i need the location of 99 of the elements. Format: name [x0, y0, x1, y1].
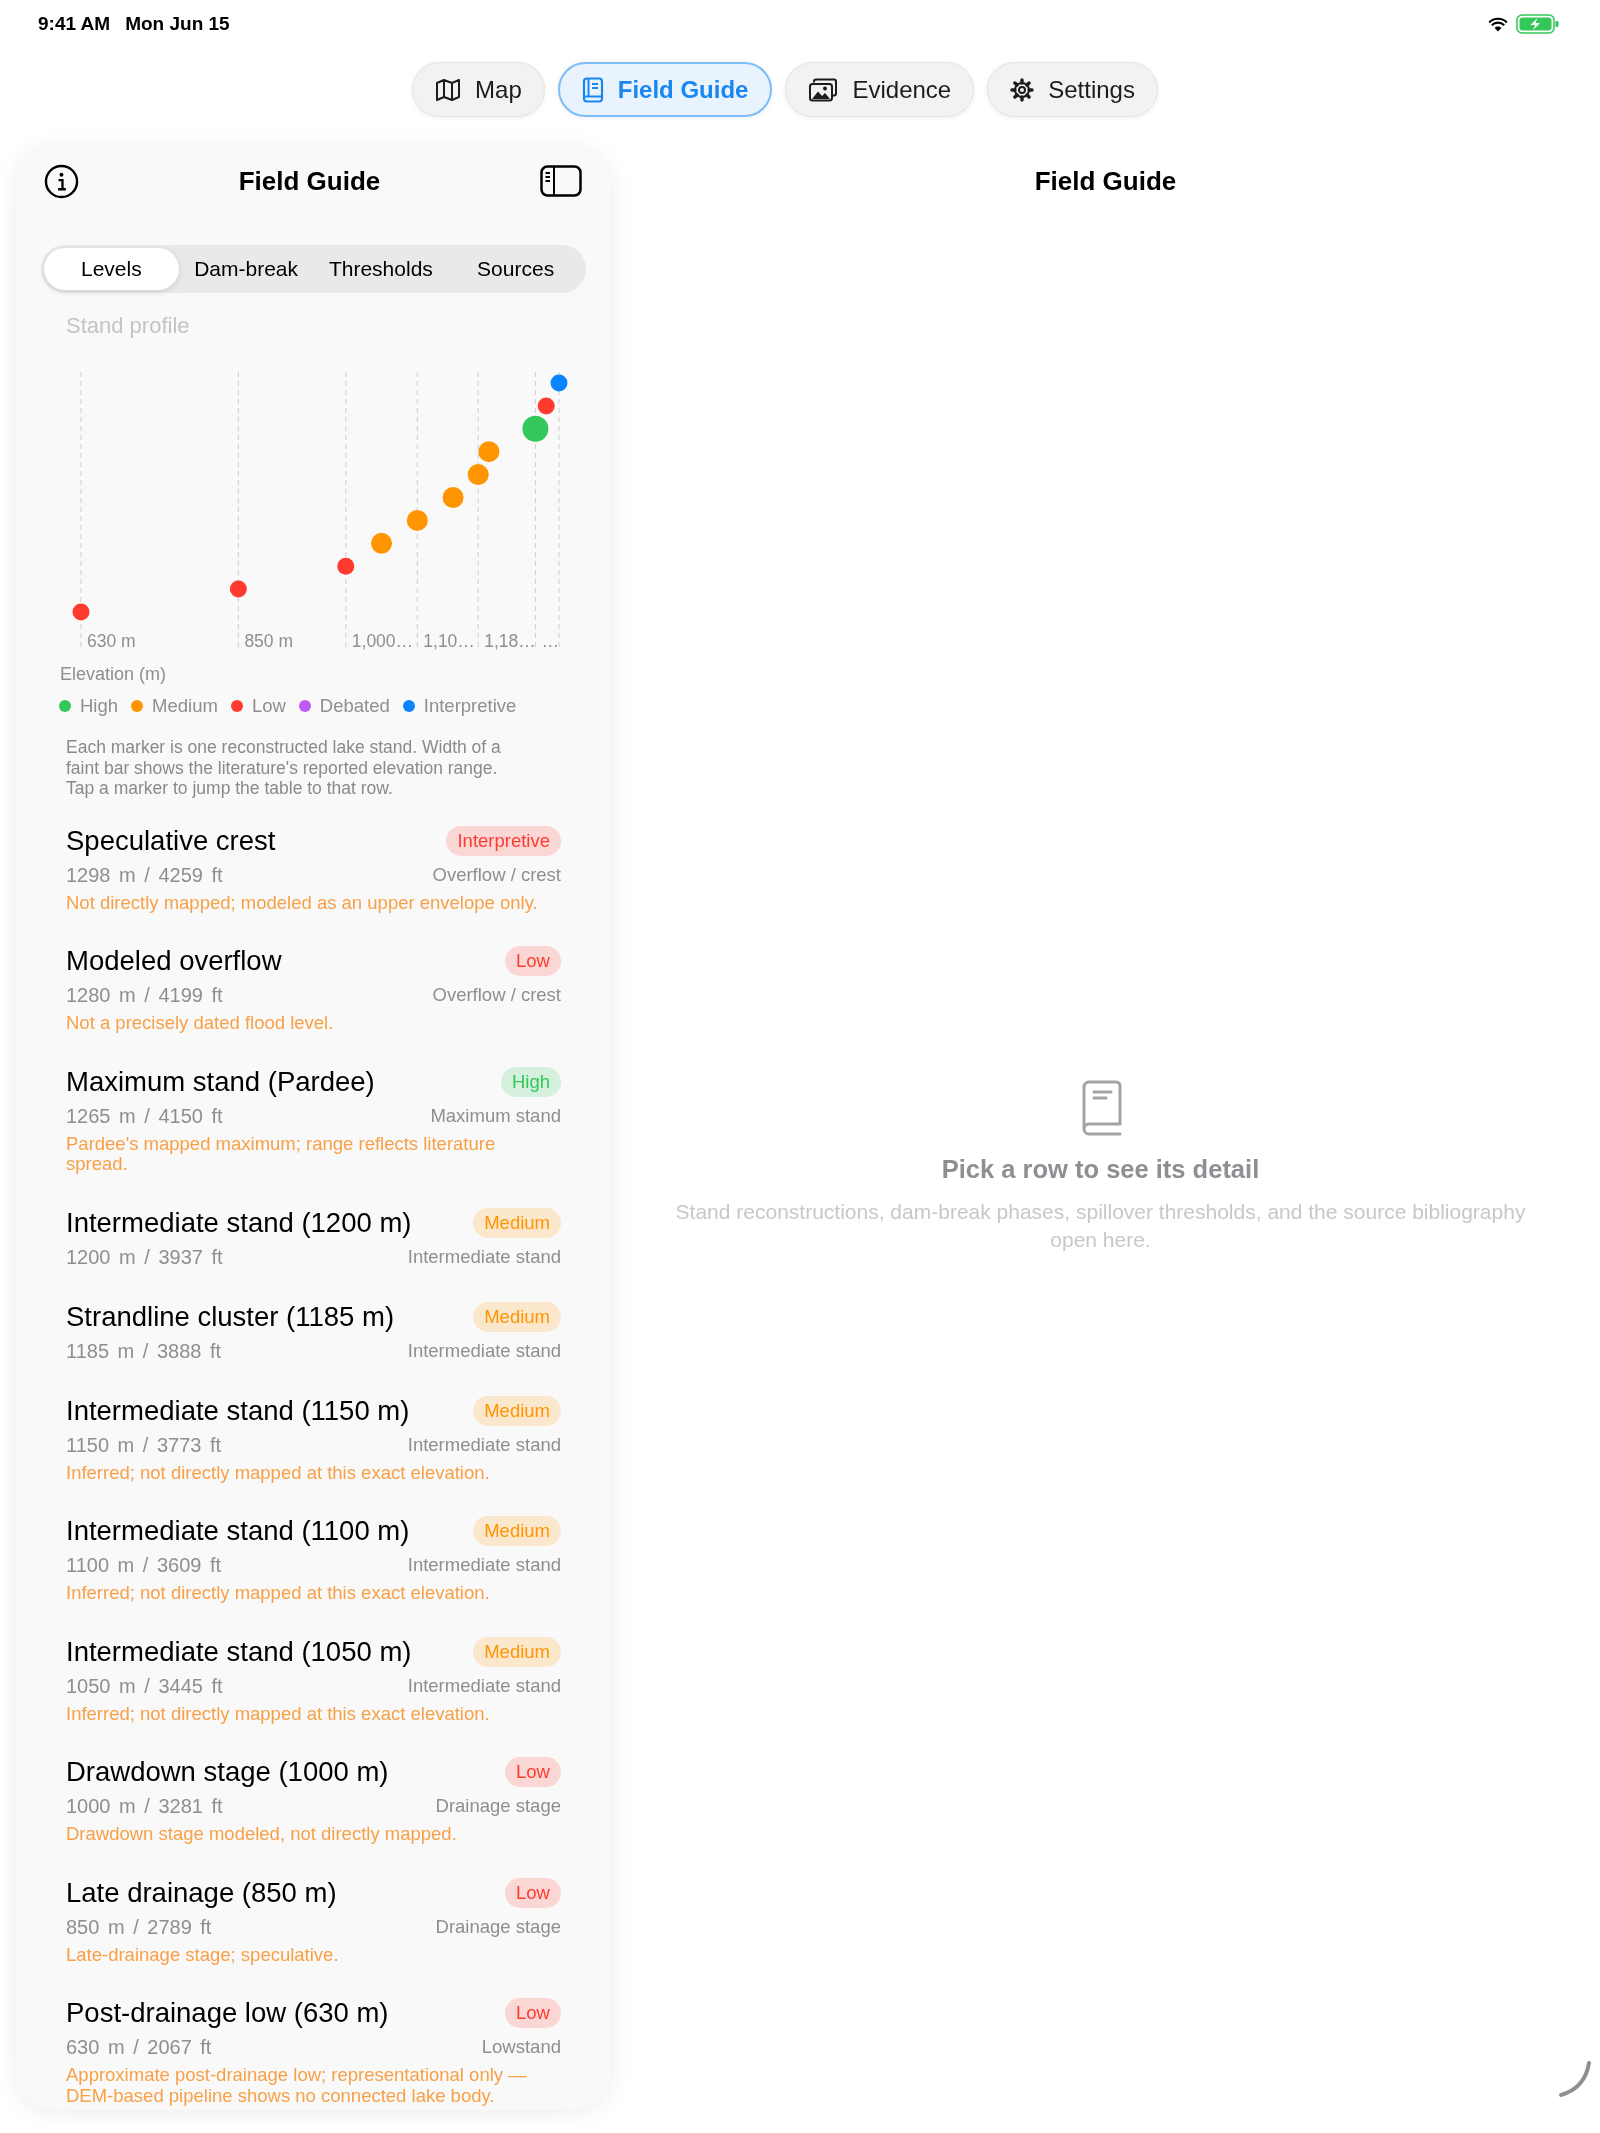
stand-note: Approximate post-drainage low; representational only — DEM-based pipeline shows no connected lake body.	[66, 2065, 528, 2106]
photos-icon	[808, 77, 839, 102]
axis-tick-label: …	[541, 631, 559, 651]
segment-tab[interactable]: Dam-break	[178, 248, 314, 290]
axis-label: Elevation (m)	[59, 663, 168, 685]
data-point[interactable]	[478, 441, 500, 463]
data-point[interactable]	[467, 464, 489, 486]
stand-type: Intermediate stand	[407, 1338, 561, 1363]
stand-type: Overflow / crest	[432, 862, 561, 887]
data-point[interactable]	[229, 580, 247, 598]
confidence-badge: Low	[505, 946, 561, 976]
elevation-text: 1298 m / 4259 ft	[66, 862, 223, 887]
confidence-badge: Medium	[473, 1516, 561, 1546]
elevation-text: 1100 m / 3609 ft	[66, 1553, 222, 1577]
data-point[interactable]	[522, 415, 549, 442]
segment-tab[interactable]: Levels	[44, 248, 179, 290]
map-icon	[435, 77, 462, 102]
stand-name: Intermediate stand (1200 m)	[66, 1206, 412, 1239]
legend-label: Medium	[152, 695, 218, 717]
legend-label: Interpretive	[423, 695, 517, 717]
chart-description: Each marker is one reconstructed lake stand. Width of a faint bar shows the literature's reported elevation range. Tap a marker to jump the table to that row.	[65, 737, 502, 799]
sidebar-title: Field Guide	[238, 165, 381, 197]
stand-type: Intermediate stand	[407, 1553, 561, 1577]
stand-name: Post-drainage low (630 m)	[66, 1997, 389, 2029]
legend-label: High	[80, 695, 119, 717]
data-point[interactable]	[537, 397, 555, 415]
axis-tick-label: 1,10…	[423, 631, 475, 651]
stand-type: Drainage stage	[435, 1914, 561, 1939]
stand-note: Pardee's mapped maximum; range reflects literature spread.	[66, 1133, 497, 1175]
stand-name: Strandline cluster (1185 m)	[66, 1300, 395, 1333]
elevation-text: 1050 m / 3445 ft	[66, 1673, 223, 1698]
stand-type: Lowstand	[481, 2035, 561, 2059]
stand-name: Drawdown stage (1000 m)	[66, 1756, 389, 1788]
empty-state-title: Pick a row to see its detail	[941, 1154, 1260, 1185]
confidence-badge: Low	[505, 1877, 561, 1908]
tab[interactable]: Settings	[987, 62, 1158, 117]
tab[interactable]: Evidence	[785, 62, 975, 117]
data-point[interactable]	[337, 557, 355, 575]
data-point[interactable]	[371, 532, 392, 554]
elevation-text: 1000 m / 3281 ft	[66, 1794, 223, 1818]
segment-tab[interactable]: Thresholds	[313, 248, 449, 290]
arc-icon	[1558, 2060, 1592, 2098]
info-icon[interactable]	[44, 163, 79, 199]
stand-name: Intermediate stand (1150 m)	[66, 1394, 410, 1427]
elevation-text: 1280 m / 4199 ft	[66, 983, 223, 1007]
elevation-text: 630 m / 2067 ft	[66, 2035, 212, 2059]
battery-icon	[1516, 14, 1560, 34]
legend-label: Debated	[319, 695, 390, 717]
elevation-text: 1200 m / 3937 ft	[66, 1244, 223, 1269]
tab[interactable]: Map	[412, 62, 545, 117]
stand-note: Drawdown stage modeled, not directly mapped.	[66, 1824, 458, 1845]
confidence-badge: Medium	[473, 1301, 561, 1332]
confidence-badge: Medium	[473, 1207, 561, 1238]
stand-name: Late drainage (850 m)	[66, 1876, 337, 1909]
confidence-badge: High	[500, 1066, 561, 1097]
stand-name: Maximum stand (Pardee)	[66, 1065, 375, 1098]
stand-note: Inferred; not directly mapped at this exact elevation.	[66, 1462, 491, 1483]
data-point[interactable]	[72, 603, 90, 621]
settings-icon	[1010, 77, 1035, 102]
confidence-badge: Low	[505, 1998, 561, 2028]
confidence-badge: Medium	[473, 1636, 561, 1667]
confidence-badge: Medium	[473, 1395, 561, 1426]
axis-tick-label: 850 m	[244, 631, 294, 651]
segment-tab[interactable]: Sources	[448, 248, 583, 290]
wifi-icon	[1488, 16, 1508, 32]
status-date: Mon Jun 15	[125, 13, 230, 35]
elevation-text: 1185 m / 3888 ft	[66, 1338, 222, 1363]
stand-type: Overflow / crest	[432, 983, 561, 1007]
stand-name: Modeled overflow	[66, 945, 282, 977]
axis-tick-label: 1,000…	[351, 631, 414, 651]
elevation-text: 1265 m / 4150 ft	[66, 1103, 223, 1128]
status-time: 9:41 AM	[38, 13, 111, 35]
elevation-text: 1150 m / 3773 ft	[66, 1432, 222, 1457]
data-point[interactable]	[442, 487, 464, 508]
data-point[interactable]	[406, 509, 428, 531]
detail-title: Field Guide	[1034, 164, 1177, 198]
legend-label: Low	[251, 695, 286, 717]
stand-name: Intermediate stand (1050 m)	[66, 1635, 412, 1668]
stand-type: Intermediate stand	[407, 1432, 561, 1457]
stand-type: Drainage stage	[435, 1794, 561, 1818]
stand-type: Intermediate stand	[407, 1244, 561, 1269]
stand-note: Not a precisely dated flood level.	[66, 1013, 335, 1034]
stand-note: Inferred; not directly mapped at this exact elevation.	[66, 1583, 491, 1604]
confidence-badge: Low	[505, 1757, 561, 1787]
stand-type: Intermediate stand	[407, 1673, 561, 1698]
sidebar-icon[interactable]	[540, 165, 582, 197]
stand-name: Speculative crest	[66, 824, 276, 857]
empty-state-message: Stand reconstructions, dam-break phases, spillover thresholds, and the source bibliography open here.	[674, 1199, 1527, 1253]
data-point[interactable]	[550, 374, 568, 392]
stand-note: Late-drainage stage; speculative.	[66, 1944, 340, 1965]
elevation-text: 850 m / 2789 ft	[66, 1914, 212, 1939]
stand-note: Inferred; not directly mapped at this exact elevation.	[66, 1703, 491, 1724]
book-icon	[581, 76, 604, 103]
stand-type: Maximum stand	[430, 1103, 561, 1128]
axis-tick-label: 1,18…	[484, 631, 536, 651]
axis-tick-label: 630 m	[87, 631, 136, 651]
confidence-badge: Interpretive	[446, 825, 561, 856]
stand-name: Intermediate stand (1100 m)	[66, 1515, 410, 1547]
stand-note: Not directly mapped; modeled as an upper envelope only.	[66, 892, 539, 913]
